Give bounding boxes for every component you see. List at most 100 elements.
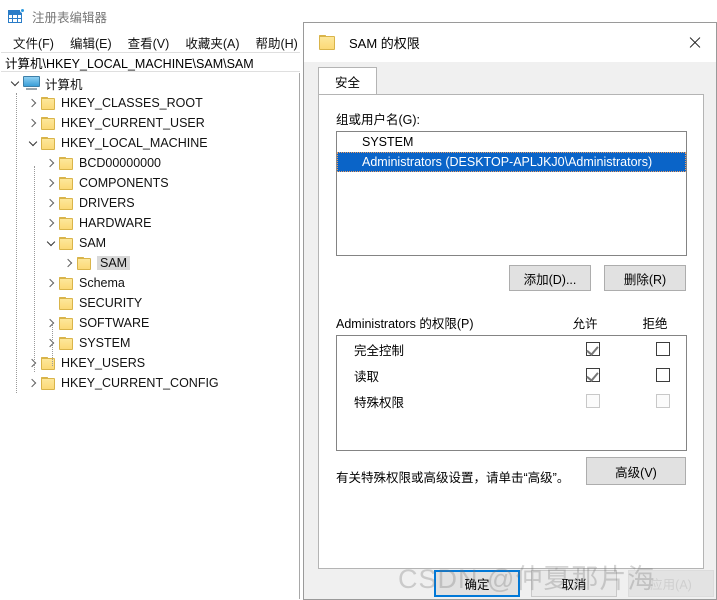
folder-icon: [41, 376, 56, 390]
folder-icon: [77, 256, 92, 270]
folder-icon: [59, 156, 74, 170]
tree-item[interactable]: BCD00000000: [1, 153, 299, 173]
tree-item[interactable]: HKEY_CURRENT_USER: [1, 113, 299, 133]
folder-icon: [59, 236, 74, 250]
chevron-right-icon[interactable]: [25, 373, 41, 393]
folder-icon: [59, 196, 74, 210]
tree-item-label: SAM: [79, 236, 107, 250]
chevron-right-icon[interactable]: [43, 173, 59, 193]
tree-item-label: HKEY_USERS: [61, 356, 146, 370]
folder-icon: [319, 35, 336, 50]
tree-item[interactable]: SAM: [1, 233, 299, 253]
chevron-right-icon[interactable]: [25, 353, 41, 373]
tree-item[interactable]: HKEY_CLASSES_ROOT: [1, 93, 299, 113]
close-icon[interactable]: [672, 23, 716, 62]
remove-button[interactable]: 删除(R): [604, 265, 686, 291]
permission-name: 特殊权限: [354, 395, 405, 410]
ok-button[interactable]: 确定: [434, 570, 520, 597]
chevron-down-icon[interactable]: [7, 73, 23, 93]
column-header-deny: 拒绝: [642, 317, 668, 331]
tree-item[interactable]: SECURITY: [1, 293, 299, 313]
advanced-button[interactable]: 高级(V): [586, 457, 686, 485]
dialog-footer: 确定 取消 应用(A): [304, 567, 716, 599]
tree-item-label: HKEY_CURRENT_CONFIG: [61, 376, 219, 390]
chevron-right-icon[interactable]: [43, 193, 59, 213]
permission-checkbox-deny[interactable]: [656, 342, 670, 356]
permissions-label: Administrators 的权限(P): [336, 317, 474, 331]
menu-file[interactable]: 文件(F): [6, 32, 61, 53]
tree-item[interactable]: HARDWARE: [1, 213, 299, 233]
registry-tree[interactable]: 计算机 HKEY_CLASSES_ROOT HKEY_CURRENT_USER HKE…: [1, 73, 300, 599]
chevron-right-icon[interactable]: [43, 273, 59, 293]
menu-favorites[interactable]: 收藏夹(A): [178, 32, 246, 53]
chevron-right-icon[interactable]: [43, 153, 59, 173]
tree-item-label: HARDWARE: [79, 216, 152, 230]
user-list-item[interactable]: Administrators (DESKTOP-APLJKJ0\Administ…: [337, 152, 686, 172]
tree-item[interactable]: Schema: [1, 273, 299, 293]
folder-icon: [41, 356, 56, 370]
chevron-right-icon[interactable]: [43, 213, 59, 233]
registry-editor-icon: [8, 8, 25, 24]
apply-button[interactable]: 应用(A): [628, 570, 714, 597]
security-tab-panel: 组或用户名(G): SYSTEM Administrators (DESKTOP-…: [318, 94, 704, 569]
menu-edit[interactable]: 编辑(E): [63, 32, 119, 53]
tree-item[interactable]: 计算机: [1, 73, 299, 93]
cancel-button[interactable]: 取消: [531, 570, 617, 597]
chevron-down-icon[interactable]: [43, 233, 59, 253]
permission-row: 读取: [337, 362, 686, 388]
chevron-right-icon[interactable]: [61, 253, 77, 273]
permission-checkbox-deny: [656, 394, 670, 408]
dialog-titlebar: SAM 的权限: [304, 23, 716, 62]
folder-icon: [59, 176, 74, 190]
user-list-item-label: SYSTEM: [362, 135, 414, 149]
dialog-title: SAM 的权限: [349, 36, 420, 51]
folder-icon: [41, 116, 56, 130]
address-bar[interactable]: 计算机\HKEY_LOCAL_MACHINE\SAM\SAM: [1, 52, 300, 72]
tree-guide-line: [34, 166, 35, 372]
tree-item-label: DRIVERS: [79, 196, 135, 210]
tree-item[interactable]: HKEY_USERS: [1, 353, 299, 373]
tree-guide-line: [52, 323, 53, 366]
permission-row: 完全控制: [337, 336, 686, 362]
tree-item-label: HKEY_CURRENT_USER: [61, 116, 205, 130]
permission-name: 读取: [354, 369, 380, 384]
address-path: 计算机\HKEY_LOCAL_MACHINE\SAM\SAM: [5, 56, 254, 71]
permission-name: 完全控制: [354, 343, 405, 358]
tree-item-label: COMPONENTS: [79, 176, 169, 190]
user-list[interactable]: SYSTEM Administrators (DESKTOP-APLJKJ0\Ad…: [336, 131, 687, 256]
chevron-right-icon[interactable]: [43, 313, 59, 333]
window-title: 注册表编辑器: [32, 10, 108, 25]
permission-checkbox-allow[interactable]: [586, 368, 600, 382]
column-header-allow: 允许: [572, 317, 598, 331]
tree-item[interactable]: SYSTEM: [1, 333, 299, 353]
chevron-right-icon[interactable]: [25, 93, 41, 113]
tree-item[interactable]: HKEY_CURRENT_CONFIG: [1, 373, 299, 393]
folder-icon: [59, 276, 74, 290]
tree-item-label: SAM: [97, 256, 131, 270]
tree-item[interactable]: SOFTWARE: [1, 313, 299, 333]
tree-item[interactable]: DRIVERS: [1, 193, 299, 213]
chevron-right-icon[interactable]: [25, 113, 41, 133]
chevron-down-icon[interactable]: [25, 133, 41, 153]
tree-item[interactable]: SAM: [1, 253, 299, 273]
tree-item[interactable]: COMPONENTS: [1, 173, 299, 193]
tab-security[interactable]: 安全: [318, 67, 378, 95]
permission-checkbox-allow[interactable]: [586, 342, 600, 356]
user-list-item[interactable]: SYSTEM: [337, 132, 686, 152]
permission-checkbox-deny[interactable]: [656, 368, 670, 382]
tree-item-label: 计算机: [45, 77, 83, 92]
tree-item-label: HKEY_LOCAL_MACHINE: [61, 136, 208, 150]
chevron-right-icon[interactable]: [43, 333, 59, 353]
tree-item-label: HKEY_CLASSES_ROOT: [61, 96, 203, 110]
folder-icon: [41, 96, 56, 110]
tabstrip: 安全: [318, 67, 702, 95]
tree-item[interactable]: HKEY_LOCAL_MACHINE: [1, 133, 299, 153]
add-button[interactable]: 添加(D)...: [509, 265, 591, 291]
groups-label: 组或用户名(G):: [336, 113, 421, 127]
menu-view[interactable]: 查看(V): [121, 32, 177, 53]
folder-icon: [59, 296, 74, 310]
permissions-list[interactable]: 完全控制读取特殊权限: [336, 335, 687, 451]
advanced-note: 有关特殊权限或高级设置，请单击“高级”。: [336, 471, 570, 485]
menu-help[interactable]: 帮助(H): [248, 32, 304, 53]
